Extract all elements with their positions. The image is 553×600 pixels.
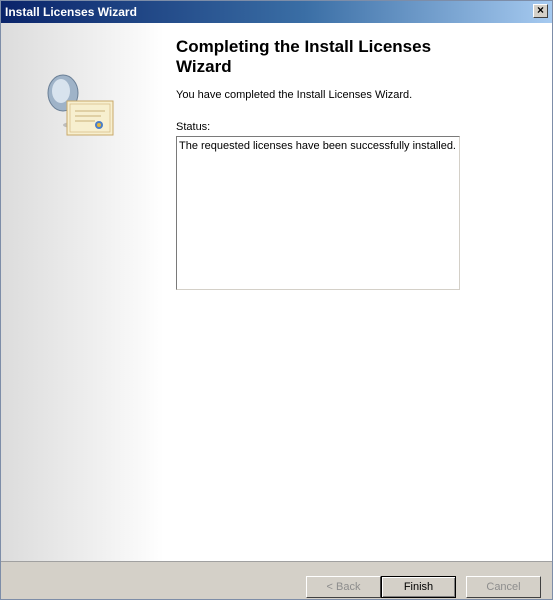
status-text: The requested licenses have been success… (179, 140, 456, 152)
close-icon[interactable]: × (533, 4, 548, 18)
certificate-icon (47, 74, 114, 136)
status-label: Status: (176, 121, 211, 133)
status-textbox[interactable]: The requested licenses have been success… (176, 136, 460, 290)
completion-message: You have completed the Install Licenses … (176, 89, 413, 101)
cancel-button[interactable]: Cancel (466, 576, 541, 598)
title-bar[interactable]: Install Licenses Wizard × (1, 1, 552, 23)
page-title: Completing the Install Licenses Wizard (176, 37, 432, 76)
button-bar: < Back Finish Cancel (1, 561, 552, 599)
wizard-window: Install Licenses Wizard × Completing the… (0, 0, 553, 600)
finish-button[interactable]: Finish (381, 576, 456, 598)
window-title: Install Licenses Wizard (5, 5, 137, 19)
back-button[interactable]: < Back (306, 576, 381, 598)
wizard-side-panel (1, 23, 164, 561)
wizard-content: Completing the Install Licenses Wizard Y… (164, 23, 552, 561)
